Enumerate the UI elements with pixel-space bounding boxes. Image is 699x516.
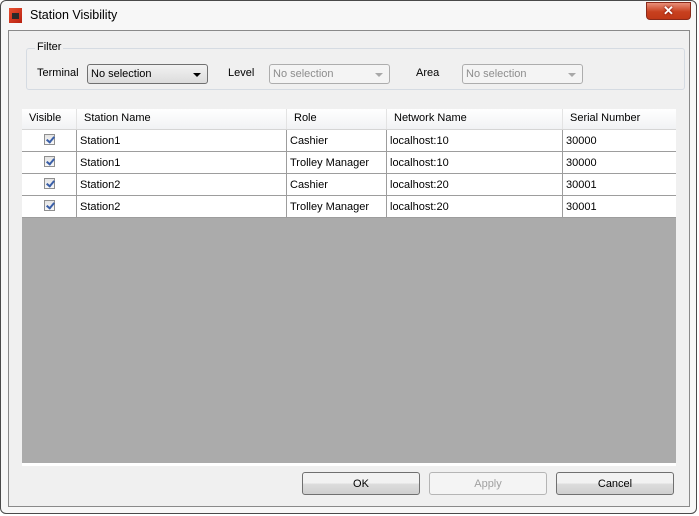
visible-checkbox[interactable] — [43, 156, 55, 167]
window-title: Station Visibility — [30, 8, 118, 22]
visible-checkbox[interactable] — [43, 134, 55, 145]
role-cell: Trolley Manager — [287, 152, 387, 173]
table-row[interactable]: Station2 Trolley Manager localhost:20 30… — [22, 196, 676, 218]
column-header-role[interactable]: Role — [287, 109, 387, 129]
visible-cell — [22, 152, 77, 173]
visible-checkbox[interactable] — [43, 178, 55, 189]
close-button[interactable]: ✕ — [646, 2, 691, 20]
app-icon — [9, 8, 22, 23]
title-bar: Station Visibility ✕ — [1, 1, 696, 29]
serial-number-cell: 30001 — [566, 201, 597, 213]
ok-button[interactable]: OK — [302, 472, 420, 495]
table-row[interactable]: Station2 Cashier localhost:20 30001 — [22, 174, 676, 196]
station-name-cell: Station1 — [77, 152, 287, 173]
table-row[interactable]: Station1 Trolley Manager localhost:10 30… — [22, 152, 676, 174]
column-header-station-name[interactable]: Station Name — [77, 109, 287, 129]
role-cell: Trolley Manager — [287, 196, 387, 217]
terminal-dropdown-value: No selection — [91, 68, 152, 80]
chevron-down-icon — [568, 73, 576, 77]
role-cell: Cashier — [287, 130, 387, 151]
table-header: Visible Station Name Role Network Name S… — [22, 109, 676, 130]
visible-cell — [22, 174, 77, 195]
dialog-content: Filter Terminal No selection Level No se… — [8, 30, 690, 507]
station-name-cell: Station2 — [77, 174, 287, 195]
network-name-cell: localhost:20 — [387, 174, 563, 195]
network-name-cell: localhost:10 — [387, 130, 563, 151]
column-header-visible[interactable]: Visible — [22, 109, 77, 129]
chevron-down-icon — [375, 73, 383, 77]
terminal-label: Terminal — [37, 67, 79, 79]
terminal-dropdown[interactable]: No selection — [87, 64, 208, 84]
chevron-down-icon — [193, 73, 201, 77]
network-name-cell: localhost:10 — [387, 152, 563, 173]
column-header-serial-number[interactable]: Serial Number — [563, 109, 675, 129]
level-label: Level — [228, 67, 255, 79]
column-header-network-name[interactable]: Network Name — [387, 109, 563, 129]
level-dropdown[interactable]: No selection — [269, 64, 390, 84]
area-dropdown[interactable]: No selection — [462, 64, 583, 84]
visible-cell — [22, 130, 77, 151]
table-row[interactable]: Station1 Cashier localhost:10 30000 — [22, 130, 676, 152]
stations-table: Visible Station Name Role Network Name S… — [22, 109, 676, 466]
close-icon: ✕ — [663, 3, 674, 18]
station-name-cell: Station1 — [77, 130, 287, 151]
filter-legend: Filter — [35, 41, 64, 53]
station-name-cell: Station2 — [77, 196, 287, 217]
apply-button[interactable]: Apply — [429, 472, 547, 495]
area-dropdown-value: No selection — [466, 68, 527, 80]
serial-number-cell: 30000 — [566, 157, 597, 169]
visible-checkbox[interactable] — [43, 200, 55, 211]
visible-cell — [22, 196, 77, 217]
area-label: Area — [416, 67, 440, 79]
station-visibility-dialog: Station Visibility ✕ Filter Terminal No … — [0, 0, 697, 514]
serial-number-cell: 30001 — [566, 179, 597, 191]
cancel-button[interactable]: Cancel — [556, 472, 674, 495]
serial-number-cell: 30000 — [566, 135, 597, 147]
network-name-cell: localhost:20 — [387, 196, 563, 217]
level-dropdown-value: No selection — [273, 68, 334, 80]
role-cell: Cashier — [287, 174, 387, 195]
